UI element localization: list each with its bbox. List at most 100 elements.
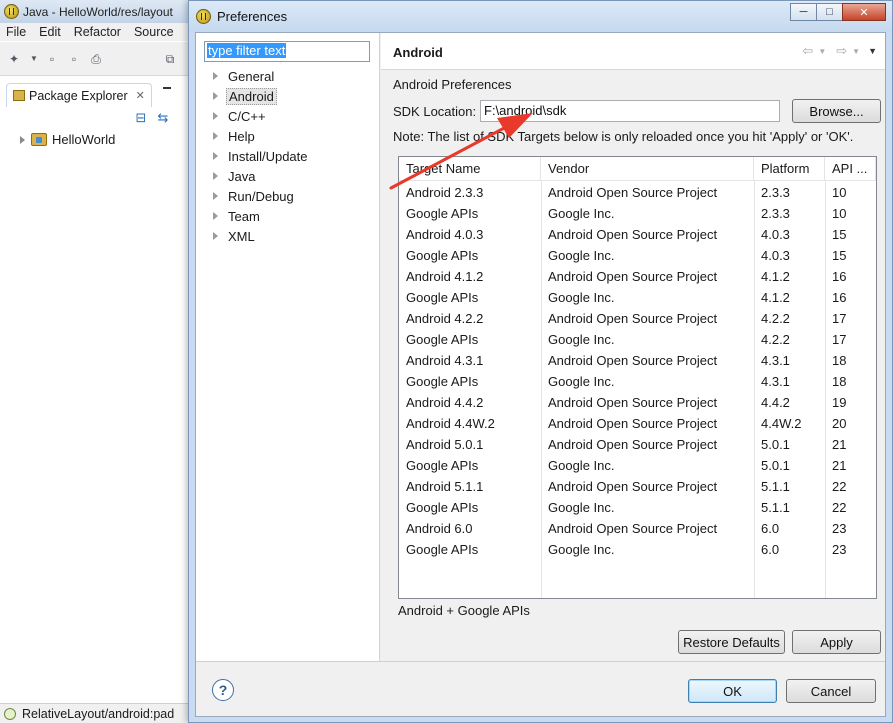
tree-item-run-debug[interactable]: Run/Debug	[213, 187, 296, 205]
table-row[interactable]: Android 2.3.3 Android Open Source Project…	[399, 182, 876, 203]
cell-platform: 5.0.1	[761, 458, 790, 473]
cell-vendor: Google Inc.	[548, 332, 615, 347]
column-header-api-level[interactable]: API ...	[825, 157, 876, 181]
tree-item-android[interactable]: Android	[213, 87, 277, 105]
table-row[interactable]: Google APIs Google Inc. 4.1.2 16	[399, 287, 876, 308]
cell-target-name: Android 4.0.3	[406, 227, 484, 242]
cell-target-name: Android 4.1.2	[406, 269, 484, 284]
tree-item-help[interactable]: Help	[213, 127, 257, 145]
sdk-targets-table[interactable]: Target Name Vendor Platform API ... Andr…	[398, 156, 877, 599]
table-row[interactable]: Google APIs Google Inc. 5.1.1 22	[399, 497, 876, 518]
dialog-title-bar[interactable]: Preferences ─ □ ✕	[189, 1, 892, 32]
table-row[interactable]: Android 6.0 Android Open Source Project 6.…	[399, 518, 876, 539]
dialog-title: Preferences	[217, 9, 288, 24]
table-row[interactable]: Google APIs Google Inc. 4.3.1 18	[399, 371, 876, 392]
project-tree-item[interactable]: HelloWorld	[20, 132, 115, 147]
table-row[interactable]: Android 4.1.2 Android Open Source Project…	[399, 266, 876, 287]
table-row[interactable]: Android 4.2.2 Android Open Source Project…	[399, 308, 876, 329]
tree-item-label: Install/Update	[228, 148, 308, 164]
menu-edit[interactable]: Edit	[39, 25, 61, 39]
tree-item-cpp[interactable]: C/C++	[213, 107, 268, 125]
expand-icon[interactable]	[213, 92, 218, 100]
maximize-button[interactable]: □	[816, 3, 843, 21]
table-row[interactable]: Google APIs Google Inc. 6.0 23	[399, 539, 876, 560]
new-dropdown-icon[interactable]: ▼	[26, 51, 42, 67]
cell-platform: 5.0.1	[761, 437, 790, 452]
cell-target-name: Google APIs	[406, 206, 479, 221]
package-explorer-tab[interactable]: Package Explorer ✕	[6, 83, 152, 107]
menu-source[interactable]: Source	[134, 25, 174, 39]
minimize-button[interactable]: ─	[790, 3, 817, 21]
table-row[interactable]: Google APIs Google Inc. 4.2.2 17	[399, 329, 876, 350]
tree-item-label: Team	[228, 208, 260, 224]
expand-icon[interactable]	[213, 212, 218, 220]
cell-vendor: Google Inc.	[548, 206, 615, 221]
collapse-all-icon[interactable]: ⊟	[134, 111, 148, 125]
cell-api-level: 23	[832, 542, 847, 557]
tree-item-xml[interactable]: XML	[213, 227, 257, 245]
expand-icon[interactable]	[213, 72, 218, 80]
expand-icon[interactable]	[213, 172, 218, 180]
table-row[interactable]: Android 5.1.1 Android Open Source Project…	[399, 476, 876, 497]
sdk-location-input[interactable]: F:\android\sdk	[480, 100, 780, 122]
column-header-platform[interactable]: Platform	[754, 157, 825, 181]
view-menu-icon[interactable]: ▼	[868, 46, 877, 56]
expand-icon[interactable]	[213, 232, 218, 240]
cell-vendor: Google Inc.	[548, 290, 615, 305]
cell-platform: 4.0.3	[761, 227, 790, 242]
column-header-target-name[interactable]: Target Name	[399, 157, 541, 181]
table-row[interactable]: Android 4.4.2 Android Open Source Project…	[399, 392, 876, 413]
expand-icon[interactable]	[20, 135, 25, 144]
menu-file[interactable]: File	[6, 25, 26, 39]
back-icon[interactable]: ⇦	[802, 43, 813, 59]
table-row[interactable]: Android 4.4W.2 Android Open Source Projec…	[399, 413, 876, 434]
save-icon[interactable]: ▫	[44, 51, 60, 67]
cell-platform: 4.1.2	[761, 290, 790, 305]
cancel-button[interactable]: Cancel	[786, 679, 876, 703]
cell-api-level: 17	[832, 332, 847, 347]
expand-icon[interactable]	[213, 192, 218, 200]
minimize-view-icon[interactable]	[163, 87, 171, 89]
tree-item-install-update[interactable]: Install/Update	[213, 147, 310, 165]
tree-item-label: Run/Debug	[228, 188, 294, 204]
close-view-icon[interactable]: ✕	[136, 89, 145, 102]
table-row[interactable]: Google APIs Google Inc. 2.3.3 10	[399, 203, 876, 224]
android-preferences-page: Android ⇦ ▼ ⇨ ▼ ▼ Android Preferences SD…	[381, 33, 885, 661]
save-all-icon[interactable]: ▫	[66, 51, 82, 67]
restore-defaults-button[interactable]: Restore Defaults	[678, 630, 785, 654]
status-icon	[4, 707, 16, 720]
expand-icon[interactable]	[213, 152, 218, 160]
package-explorer-view: Package Explorer ✕ ⊟ ⇆ HelloWorld	[0, 77, 190, 703]
filter-input[interactable]: type filter text	[204, 41, 370, 62]
expand-icon[interactable]	[213, 112, 218, 120]
menu-refactor[interactable]: Refactor	[74, 25, 121, 39]
cell-vendor: Android Open Source Project	[548, 227, 718, 242]
table-row[interactable]: Android 5.0.1 Android Open Source Project…	[399, 434, 876, 455]
close-button[interactable]: ✕	[842, 3, 886, 21]
table-row[interactable]: Google APIs Google Inc. 5.0.1 21	[399, 455, 876, 476]
forward-icon[interactable]: ⇨	[836, 43, 847, 59]
cell-api-level: 18	[832, 353, 847, 368]
table-row[interactable]: Android 4.0.3 Android Open Source Project…	[399, 224, 876, 245]
tree-item-team[interactable]: Team	[213, 207, 262, 225]
column-header-vendor[interactable]: Vendor	[541, 157, 754, 181]
tree-item-general[interactable]: General	[213, 67, 276, 85]
forward-dropdown-icon[interactable]: ▼	[852, 47, 860, 56]
selected-target-label: Android + Google APIs	[398, 603, 530, 618]
tree-item-java[interactable]: Java	[213, 167, 257, 185]
link-with-editor-icon[interactable]: ⇆	[156, 111, 170, 125]
cell-platform: 5.1.1	[761, 500, 790, 515]
cell-target-name: Google APIs	[406, 458, 479, 473]
open-type-icon[interactable]: ⧉	[162, 51, 178, 67]
expand-icon[interactable]	[213, 132, 218, 140]
back-dropdown-icon[interactable]: ▼	[818, 47, 826, 56]
ok-button[interactable]: OK	[688, 679, 777, 703]
table-row[interactable]: Android 4.3.1 Android Open Source Project…	[399, 350, 876, 371]
tree-item-label: Help	[228, 128, 255, 144]
table-row[interactable]: Google APIs Google Inc. 4.0.3 15	[399, 245, 876, 266]
new-icon[interactable]: ✦	[6, 51, 22, 67]
apply-button[interactable]: Apply	[792, 630, 881, 654]
help-icon[interactable]: ?	[212, 679, 234, 701]
browse-button[interactable]: Browse...	[792, 99, 881, 123]
print-icon[interactable]: ⎙	[88, 51, 104, 67]
